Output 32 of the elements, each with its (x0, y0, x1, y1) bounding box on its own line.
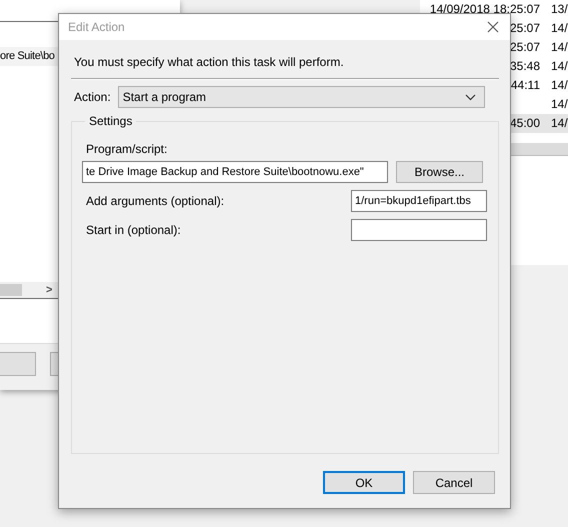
time-text: 25:07 (510, 40, 540, 54)
field-label: Start in (optional): (86, 223, 181, 237)
time-text: 44:11 (510, 78, 540, 92)
scroll-right-arrow[interactable]: > (46, 282, 52, 298)
instruction-text: You must specify what action this task will perform. (74, 54, 344, 70)
date-text: 14/ (551, 20, 568, 37)
date-text: 14/ (551, 77, 568, 94)
action-dropdown[interactable]: Start a program (118, 86, 485, 108)
time-text: 45:00 (510, 116, 540, 130)
cancel-button[interactable]: Cancel (413, 471, 495, 494)
window-title: Edit Action (68, 20, 125, 34)
close-icon[interactable] (487, 21, 499, 33)
date-text: 14/ (551, 39, 568, 56)
input-field[interactable]: 1/run=bkupd1efipart.tbs (351, 190, 487, 212)
field-label: Add arguments (optional): (86, 194, 224, 208)
program-input-field[interactable]: te Drive Image Backup and Restore Suite\bootnowu.exe" (82, 161, 388, 183)
date-text: 14/ (551, 58, 568, 75)
time-text: 35:48 (510, 59, 540, 73)
group-title: Settings (88, 114, 134, 128)
date-text: 14/ (551, 115, 568, 132)
field-label: Program/script: (86, 142, 168, 156)
time-text: 14/09/2018 18:25:07 (430, 2, 540, 16)
action-label: Action: (74, 90, 111, 104)
date-text: 14/ (551, 96, 568, 113)
path-text: ore Suite\bo (0, 50, 55, 62)
date-text: 13/ (551, 1, 568, 18)
browse-button[interactable]: Browse... (396, 161, 483, 183)
input-field[interactable] (351, 219, 487, 241)
chevron-down-icon (464, 94, 476, 100)
ok-button[interactable]: OK (323, 471, 405, 494)
scrollbar-thumb[interactable] (0, 284, 22, 296)
time-text: 25:07 (510, 21, 540, 35)
